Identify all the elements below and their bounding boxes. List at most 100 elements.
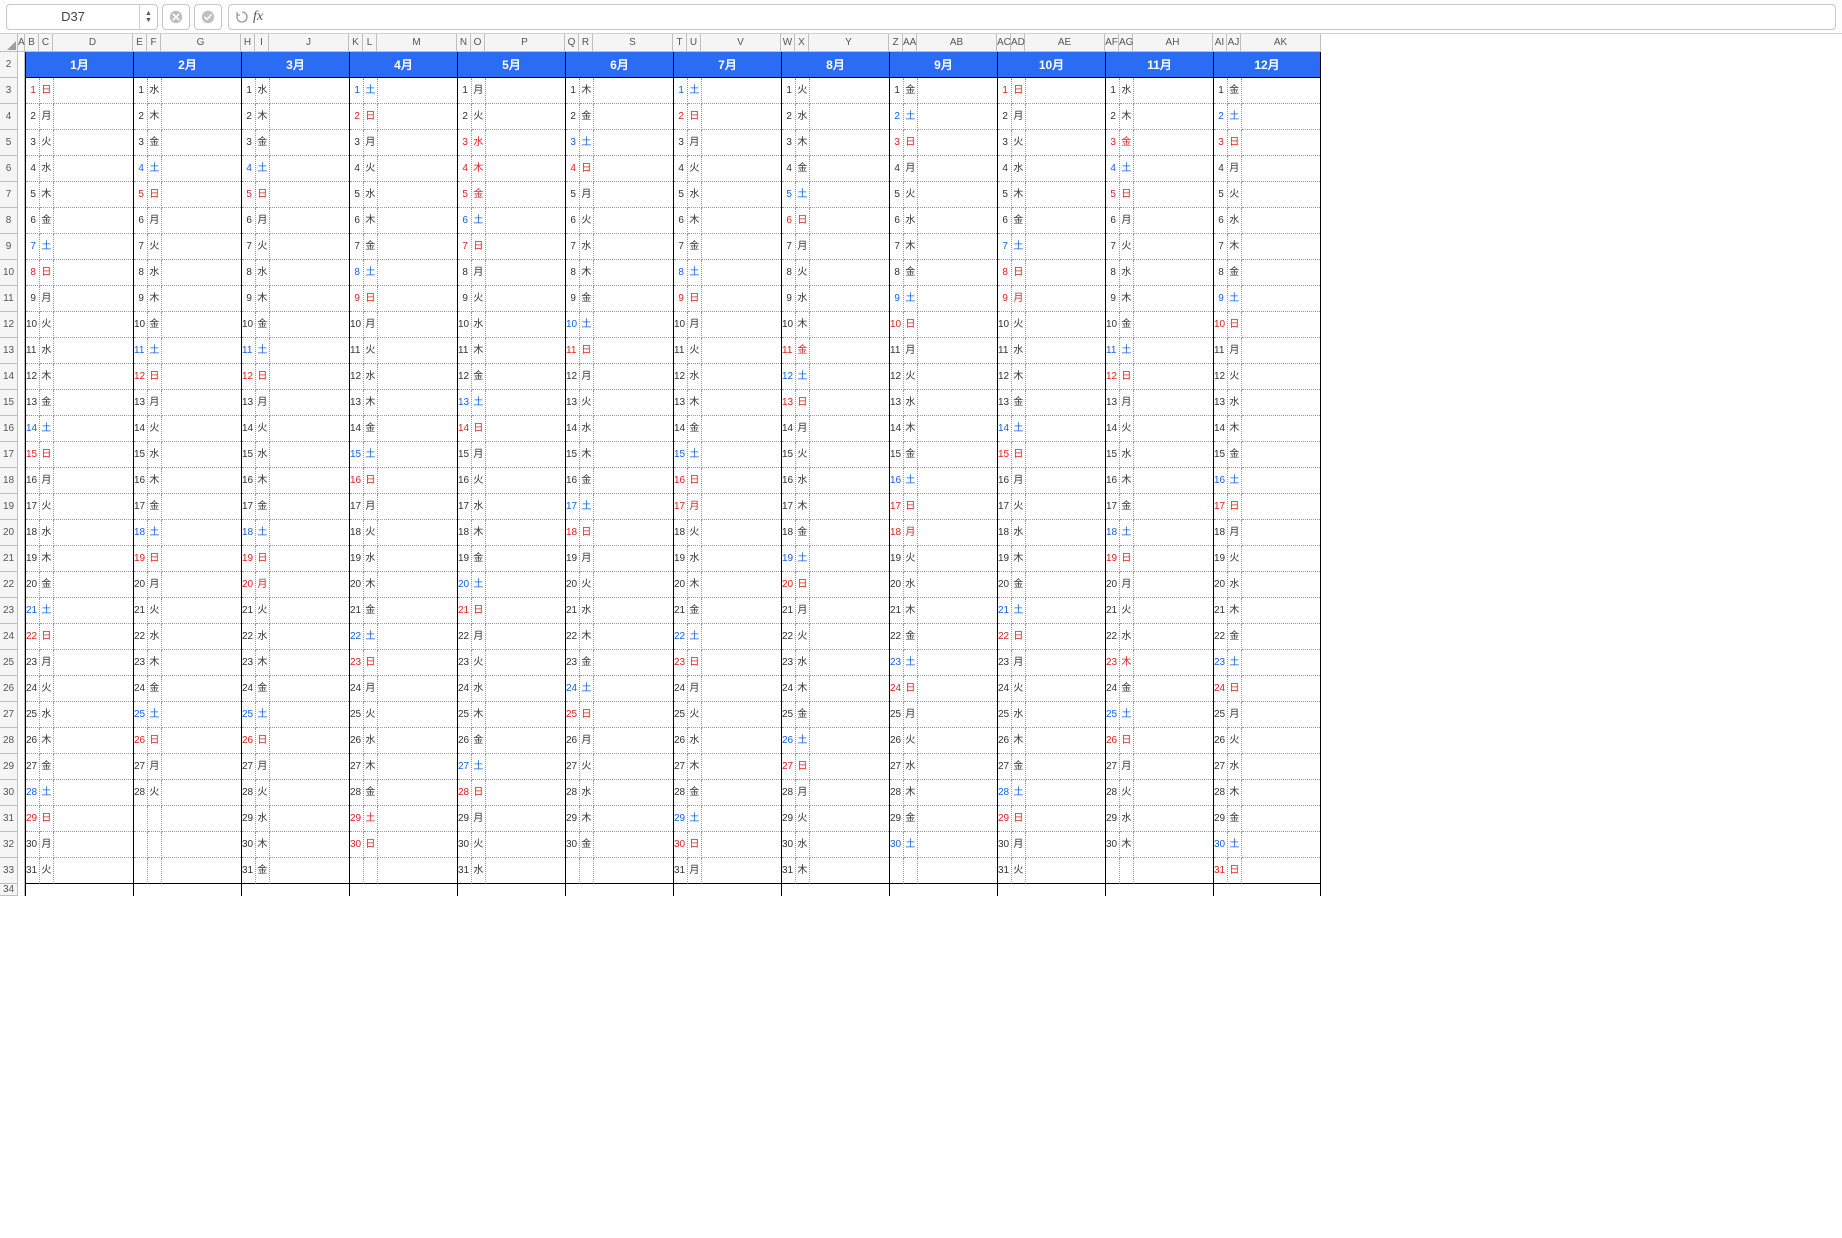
day-note-cell[interactable]	[702, 468, 781, 494]
day-note-cell[interactable]	[1242, 832, 1320, 858]
day-note-cell[interactable]	[702, 546, 781, 572]
day-note-cell[interactable]	[594, 390, 673, 416]
day-note-cell[interactable]	[918, 156, 997, 182]
row-header[interactable]: 5	[0, 130, 18, 156]
day-note-cell[interactable]	[1026, 416, 1105, 442]
day-note-cell[interactable]	[486, 260, 565, 286]
day-note-cell[interactable]	[270, 338, 349, 364]
day-note-cell[interactable]	[54, 832, 133, 858]
day-note-cell[interactable]	[378, 78, 457, 104]
row-header[interactable]: 3	[0, 78, 18, 104]
day-note-cell[interactable]	[270, 208, 349, 234]
day-note-cell[interactable]	[918, 650, 997, 676]
day-note-cell[interactable]	[486, 832, 565, 858]
day-note-cell[interactable]	[1242, 260, 1320, 286]
day-note-cell[interactable]	[270, 728, 349, 754]
column-header[interactable]: AA	[903, 34, 917, 52]
day-note-cell[interactable]	[702, 442, 781, 468]
day-note-cell[interactable]	[1026, 156, 1105, 182]
day-note-cell[interactable]	[810, 494, 889, 520]
day-note-cell[interactable]	[810, 520, 889, 546]
day-note-cell[interactable]	[270, 650, 349, 676]
row-header[interactable]: 19	[0, 494, 18, 520]
day-note-cell[interactable]	[486, 624, 565, 650]
day-note-cell[interactable]	[702, 156, 781, 182]
day-note-cell[interactable]	[486, 572, 565, 598]
day-note-cell[interactable]	[162, 702, 241, 728]
column-header[interactable]: X	[795, 34, 809, 52]
day-note-cell[interactable]	[162, 858, 241, 884]
day-note-cell[interactable]	[1134, 468, 1213, 494]
day-note-cell[interactable]	[54, 520, 133, 546]
day-note-cell[interactable]	[594, 858, 673, 884]
day-note-cell[interactable]	[54, 754, 133, 780]
row-header[interactable]: 31	[0, 806, 18, 832]
day-note-cell[interactable]	[378, 598, 457, 624]
row-header[interactable]: 27	[0, 702, 18, 728]
day-note-cell[interactable]	[1026, 728, 1105, 754]
day-note-cell[interactable]	[918, 806, 997, 832]
day-note-cell[interactable]	[918, 572, 997, 598]
day-note-cell[interactable]	[1242, 416, 1320, 442]
day-note-cell[interactable]	[54, 78, 133, 104]
day-note-cell[interactable]	[270, 520, 349, 546]
day-note-cell[interactable]	[270, 234, 349, 260]
day-note-cell[interactable]	[378, 338, 457, 364]
day-note-cell[interactable]	[918, 832, 997, 858]
row-header[interactable]: 8	[0, 208, 18, 234]
day-note-cell[interactable]	[1134, 78, 1213, 104]
day-note-cell[interactable]	[162, 624, 241, 650]
day-note-cell[interactable]	[378, 650, 457, 676]
day-note-cell[interactable]	[54, 208, 133, 234]
day-note-cell[interactable]	[702, 104, 781, 130]
day-note-cell[interactable]	[378, 104, 457, 130]
day-note-cell[interactable]	[594, 364, 673, 390]
day-note-cell[interactable]	[702, 728, 781, 754]
day-note-cell[interactable]	[378, 624, 457, 650]
day-note-cell[interactable]	[54, 598, 133, 624]
day-note-cell[interactable]	[1026, 130, 1105, 156]
day-note-cell[interactable]	[54, 104, 133, 130]
day-note-cell[interactable]	[378, 832, 457, 858]
day-note-cell[interactable]	[486, 312, 565, 338]
day-note-cell[interactable]	[486, 416, 565, 442]
day-note-cell[interactable]	[1242, 364, 1320, 390]
day-note-cell[interactable]	[270, 858, 349, 884]
day-note-cell[interactable]	[378, 494, 457, 520]
day-note-cell[interactable]	[918, 286, 997, 312]
day-note-cell[interactable]	[1026, 260, 1105, 286]
day-note-cell[interactable]	[378, 546, 457, 572]
day-note-cell[interactable]	[1134, 156, 1213, 182]
day-note-cell[interactable]	[378, 312, 457, 338]
day-note-cell[interactable]	[918, 130, 997, 156]
day-note-cell[interactable]	[1026, 832, 1105, 858]
day-note-cell[interactable]	[270, 676, 349, 702]
day-note-cell[interactable]	[1026, 754, 1105, 780]
cell-reference-stepper[interactable]: ▲ ▼	[139, 5, 157, 29]
row-header[interactable]: 30	[0, 780, 18, 806]
day-note-cell[interactable]	[270, 624, 349, 650]
column-header[interactable]: E	[133, 34, 147, 52]
day-note-cell[interactable]	[1134, 312, 1213, 338]
day-note-cell[interactable]	[486, 650, 565, 676]
day-note-cell[interactable]	[702, 520, 781, 546]
day-note-cell[interactable]	[810, 338, 889, 364]
day-note-cell[interactable]	[702, 572, 781, 598]
day-note-cell[interactable]	[162, 546, 241, 572]
day-note-cell[interactable]	[1242, 650, 1320, 676]
row-header[interactable]: 23	[0, 598, 18, 624]
day-note-cell[interactable]	[918, 676, 997, 702]
day-note-cell[interactable]	[918, 234, 997, 260]
day-note-cell[interactable]	[1134, 832, 1213, 858]
day-note-cell[interactable]	[162, 182, 241, 208]
row-header[interactable]: 9	[0, 234, 18, 260]
day-note-cell[interactable]	[486, 442, 565, 468]
day-note-cell[interactable]	[162, 338, 241, 364]
day-note-cell[interactable]	[1026, 234, 1105, 260]
day-note-cell[interactable]	[1134, 234, 1213, 260]
day-note-cell[interactable]	[594, 494, 673, 520]
day-note-cell[interactable]	[594, 546, 673, 572]
day-note-cell[interactable]	[1242, 780, 1320, 806]
day-note-cell[interactable]	[486, 208, 565, 234]
day-note-cell[interactable]	[162, 572, 241, 598]
